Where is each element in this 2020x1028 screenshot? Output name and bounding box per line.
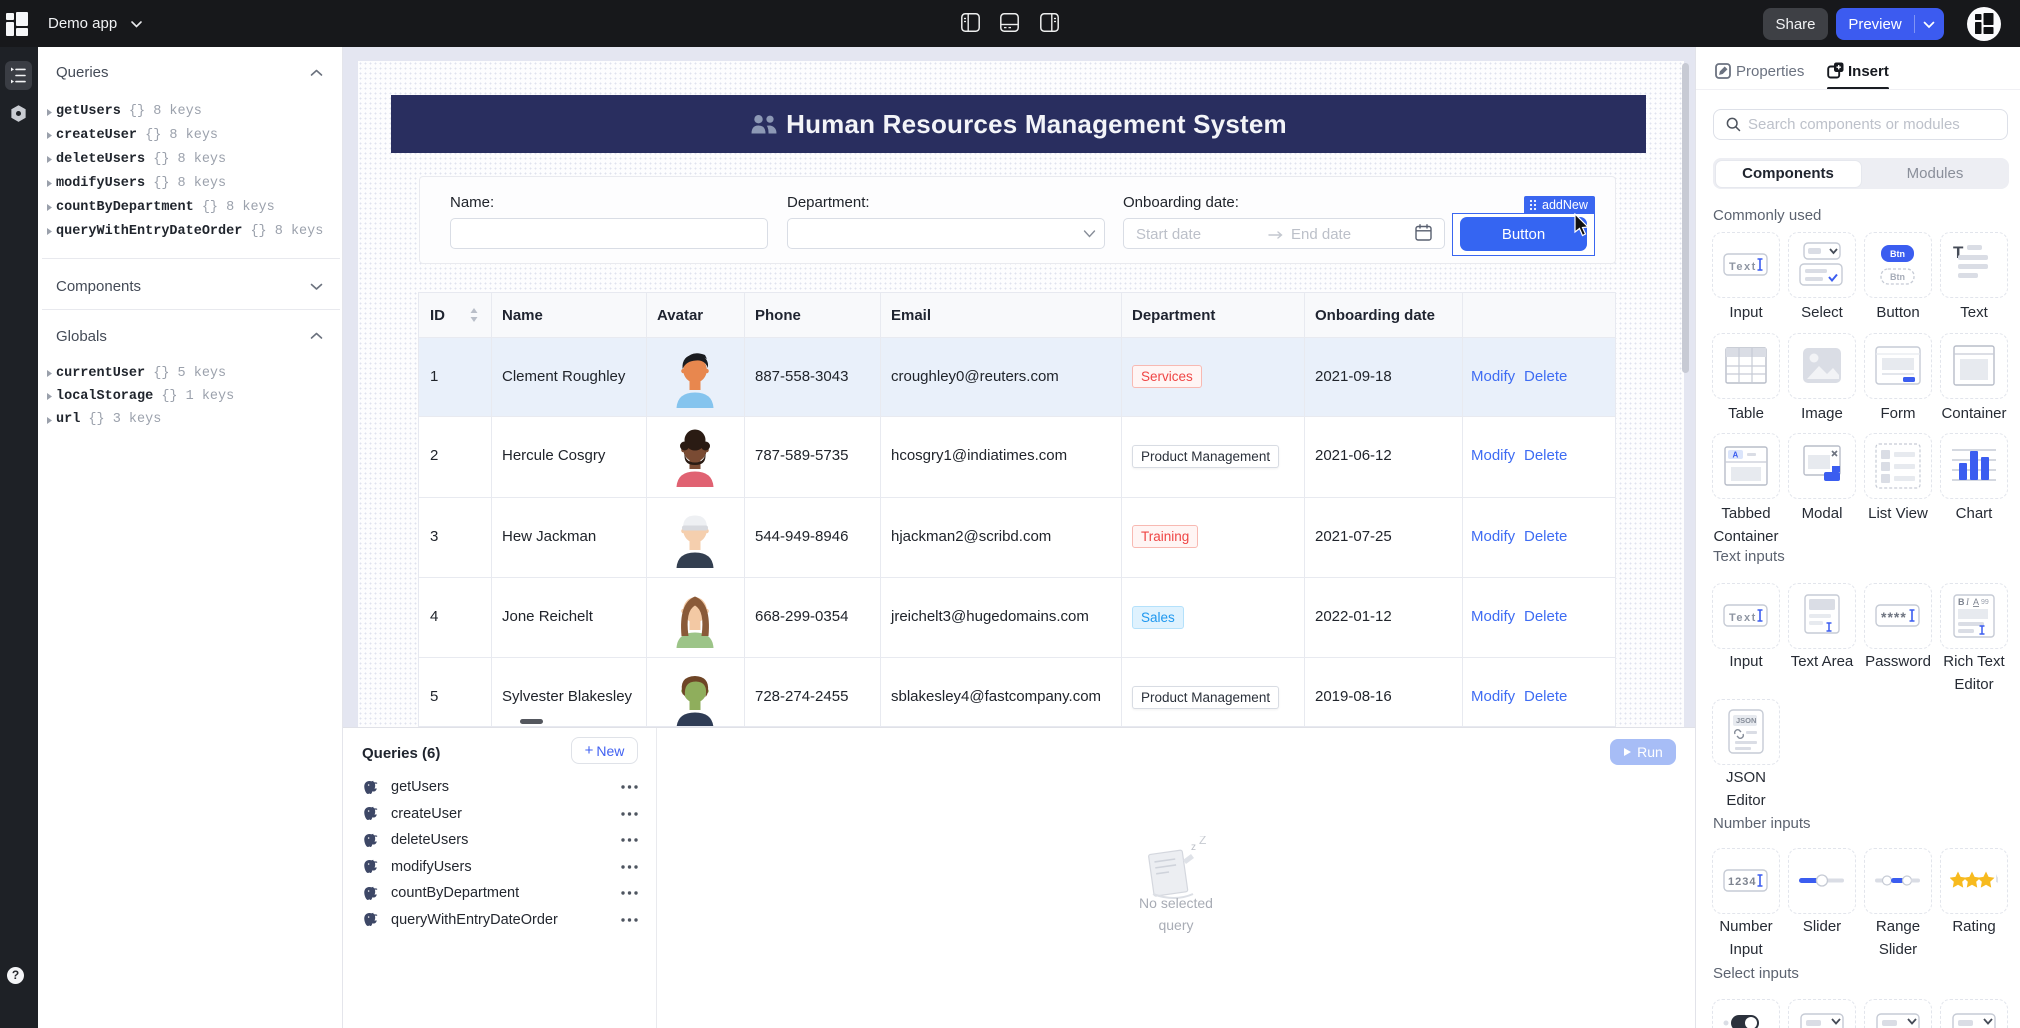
svg-text:B: B [1958,597,1965,607]
svg-text:****: **** [1881,609,1907,625]
svg-text:99: 99 [1981,599,1989,606]
svg-text:Text: Text [1729,612,1757,624]
svg-text:A: A [1733,451,1739,460]
svg-text:Text: Text [1729,261,1757,273]
svg-text:A: A [1973,597,1979,607]
svg-text:z: z [1191,842,1196,853]
svg-text:1234: 1234 [1728,876,1756,888]
svg-text:JSON: JSON [1736,716,1756,725]
svg-text:Btn: Btn [1890,249,1905,259]
svg-text:Z: Z [1199,836,1206,847]
svg-text:Btn: Btn [1890,272,1905,282]
